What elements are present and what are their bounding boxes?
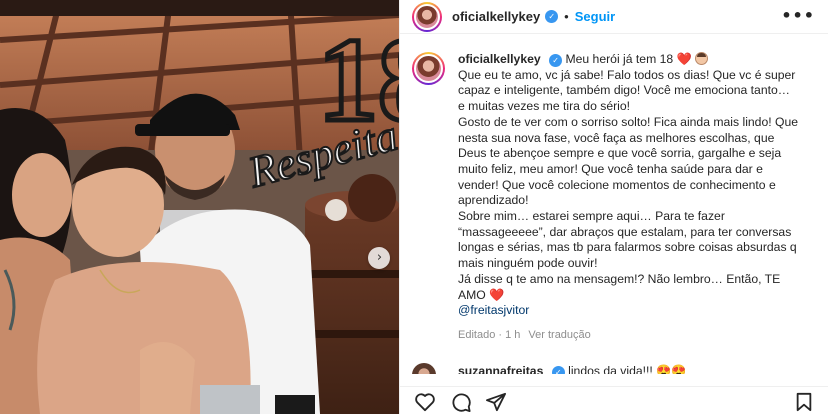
separator-dot: •: [564, 9, 569, 24]
comment-username[interactable]: suzannafreitas: [458, 364, 543, 374]
next-photo-button[interactable]: ›: [368, 247, 390, 269]
username-link[interactable]: oficialkellykey: [452, 9, 540, 24]
heart-emoji: ❤️: [676, 52, 692, 66]
chevron-right-icon: ›: [376, 250, 383, 265]
share-icon[interactable]: [485, 392, 507, 412]
edited-label: Editado · 1 h: [458, 328, 521, 341]
caption-line: @freitasjvitor: [458, 303, 817, 319]
photo-illustration: 18 Respeita: [0, 0, 399, 414]
comment-emojis: 😍😍: [656, 364, 687, 374]
more-options-icon[interactable]: •••: [781, 8, 815, 24]
comment-avatar[interactable]: [412, 363, 436, 374]
caption-line: Já disse q te amo na mensagem!? Não lemb…: [458, 271, 781, 286]
see-translation-button[interactable]: Ver tradução: [528, 329, 590, 341]
caption-meta: Editado · 1 h Ver tradução: [458, 329, 817, 341]
caption-line: “massageeeee”, dar abraços que estalam, …: [458, 224, 792, 239]
caption-line-text: AMO: [458, 287, 486, 302]
comment-text: suzannafreitas ✓ lindos da vida!!! 😍😍: [458, 364, 687, 374]
caption-text: oficialkellykey ✓ Meu herói já tem 18 ❤️…: [458, 52, 817, 319]
post-details-panel: oficialkellykey ✓ • Seguir ••• oficialke…: [399, 0, 828, 414]
caption-line-text: Meu herói já tem 18: [565, 52, 674, 66]
caption-username[interactable]: oficialkellykey: [458, 52, 541, 66]
action-bar: [400, 386, 828, 414]
caption-line: muito feliz, meu amor! Que você tenha sa…: [458, 161, 763, 176]
caption-line: capaz e inteligente, também digo! Você m…: [458, 83, 790, 98]
boy-emoji-icon: [695, 52, 709, 65]
verified-badge-icon: ✓: [545, 10, 559, 23]
caption-line: e muitas vezes me tira do sério!: [458, 99, 631, 114]
caption-line: mais ninguém pode ouvir!: [458, 256, 598, 271]
mention-link[interactable]: @freitasjvitor: [458, 303, 529, 317]
comment-body: lindos da vida!!!: [568, 364, 653, 374]
caption-line: oficialkellykey ✓ Meu herói já tem 18 ❤️: [458, 52, 817, 68]
post-header: oficialkellykey ✓ • Seguir •••: [400, 0, 828, 34]
caption-line: longas e sérias, mas tb para falarmos so…: [458, 240, 797, 255]
verified-badge-icon: ✓: [549, 54, 563, 68]
caption-line: AMO ❤️: [458, 288, 817, 304]
caption-avatar[interactable]: [412, 52, 445, 85]
caption: oficialkellykey ✓ Meu herói já tem 18 ❤️…: [412, 52, 817, 341]
caption-line: Sobre mim… estarei sempre aqui… Para te …: [458, 209, 725, 224]
bookmark-icon[interactable]: [795, 392, 813, 412]
timestamp: 1 h: [505, 328, 521, 341]
comment-item: suzannafreitas ✓ lindos da vida!!! 😍😍: [412, 360, 817, 374]
caption-line: Que eu te amo, vc já sabe! Falo todos os…: [458, 67, 796, 82]
caption-line: vender! Que você colecione momentos de c…: [458, 177, 776, 192]
comment-icon[interactable]: [450, 392, 472, 412]
caption-line: nesta sua nova fase, você faça as melhor…: [458, 130, 775, 145]
verified-badge-icon: ✓: [551, 366, 565, 374]
follow-button[interactable]: Seguir: [575, 9, 615, 24]
post-photo[interactable]: 18 Respeita ›: [0, 0, 399, 414]
caption-line: Gosto de te ver com o sorriso solto! Fic…: [458, 114, 799, 129]
heart-emoji: ❤️: [489, 287, 505, 302]
caption-line: aprendizado!: [458, 193, 529, 208]
heart-icon[interactable]: [414, 392, 436, 412]
caption-line: Deus te abençoe sempre e que você sorria…: [458, 146, 782, 161]
avatar[interactable]: [412, 1, 442, 32]
